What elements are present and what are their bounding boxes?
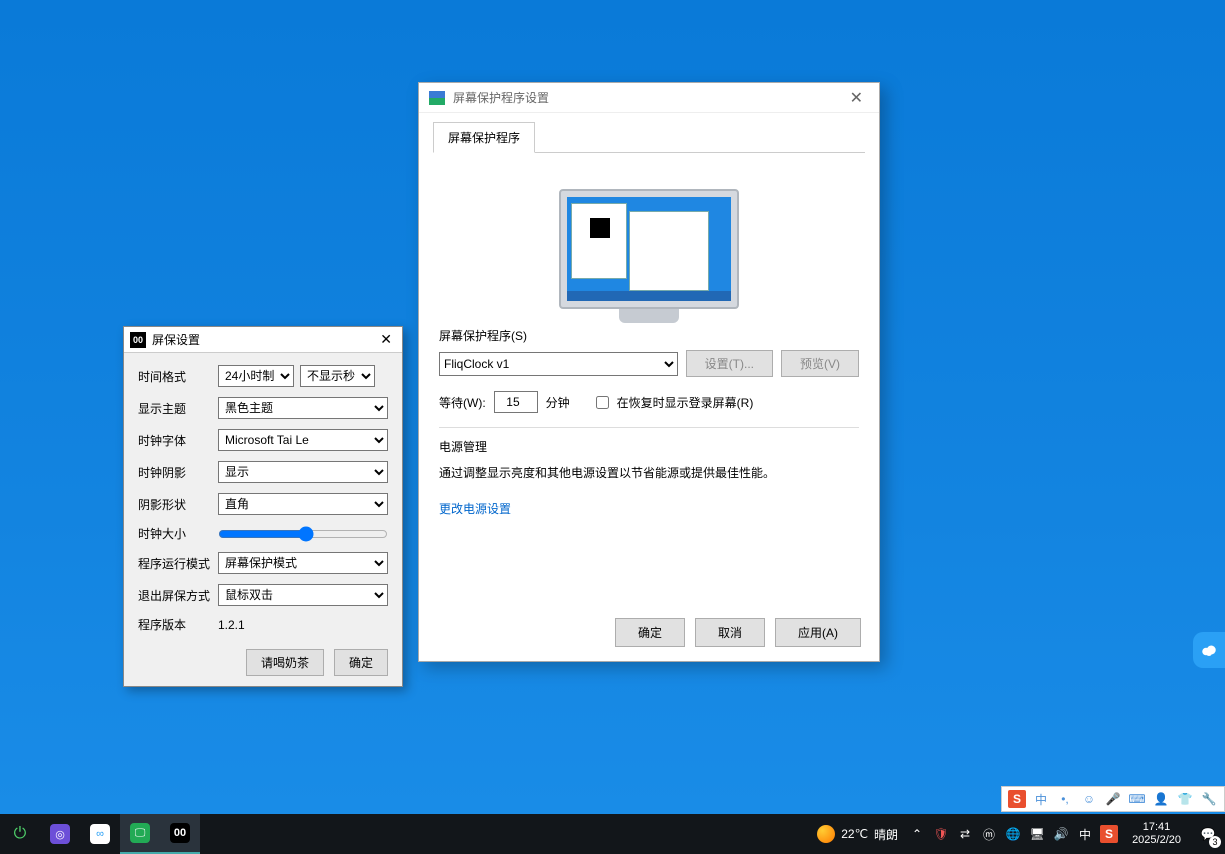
ime-skin-icon[interactable]: 👕 <box>1176 790 1194 808</box>
weather-cond: 晴朗 <box>874 826 898 843</box>
seconds-select[interactable]: 不显示秒 <box>300 365 375 387</box>
sogou-icon[interactable]: S <box>1008 790 1026 808</box>
titlebar[interactable]: 屏幕保护程序设置 ✕ <box>419 83 879 113</box>
saver-label: 屏幕保护程序(S) <box>439 327 859 344</box>
system-tray: ⌃ 🛡 ⇄ ⓜ 🌐 🖥 🔊 中 S <box>904 825 1122 843</box>
tray-ime-icon[interactable]: 中 <box>1076 825 1094 843</box>
clock-time: 17:41 <box>1132 821 1181 834</box>
power-icon: ⏻ <box>14 825 27 843</box>
window-title: 屏幕保护程序设置 <box>453 89 844 106</box>
ime-lang-button[interactable]: 中 <box>1032 790 1050 808</box>
ime-punct-icon[interactable]: •, <box>1056 790 1074 808</box>
taskbar-screensaver-settings[interactable]: 🖵 <box>120 814 160 854</box>
ime-keyboard-icon[interactable]: ⌨ <box>1128 790 1146 808</box>
run-mode-label: 程序运行模式 <box>138 555 218 572</box>
tray-net-icon[interactable]: 🌐 <box>1004 825 1022 843</box>
size-label: 时钟大小 <box>138 525 218 542</box>
theme-select[interactable]: 黑色主题 <box>218 397 388 419</box>
tray-volume-icon[interactable]: 🔊 <box>1052 825 1070 843</box>
window-icon <box>429 91 445 105</box>
exit-mode-label: 退出屏保方式 <box>138 587 218 604</box>
screensaver-custom-settings-dialog: 00 屏保设置 ✕ 时间格式 24小时制 不显示秒 显示主题 黑色主题 时钟字体… <box>123 326 403 687</box>
notification-badge: 3 <box>1209 836 1221 848</box>
ime-user-icon[interactable]: 👤 <box>1152 790 1170 808</box>
ime-mic-icon[interactable]: 🎤 <box>1104 790 1122 808</box>
notification-button[interactable]: 💬 3 <box>1191 814 1225 854</box>
tray-monitor-icon[interactable]: 🖥 <box>1028 825 1046 843</box>
time-format-select[interactable]: 24小时制 <box>218 365 294 387</box>
shadow-shape-select[interactable]: 直角 <box>218 493 388 515</box>
tray-chevron-icon[interactable]: ⌃ <box>908 825 926 843</box>
start-button[interactable]: ⏻ <box>0 814 40 854</box>
dialog-cancel-button[interactable]: 取消 <box>695 618 765 647</box>
taskbar-app-1[interactable]: ◎ <box>40 814 80 854</box>
windows-screensaver-dialog: 屏幕保护程序设置 ✕ 屏幕保护程序 屏幕保护程序(S) FliqClock v1… <box>418 82 880 662</box>
monitor-icon: 🖵 <box>130 823 150 843</box>
run-mode-select[interactable]: 屏幕保护模式 <box>218 552 388 574</box>
titlebar[interactable]: 00 屏保设置 ✕ <box>124 327 402 353</box>
wait-minutes-input[interactable] <box>494 391 538 413</box>
cloud-icon <box>1200 641 1218 659</box>
resume-login-label: 在恢复时显示登录屏幕(R) <box>617 394 754 411</box>
shadow-select[interactable]: 显示 <box>218 461 388 483</box>
tea-button[interactable]: 请喝奶茶 <box>246 649 324 676</box>
dialog-title: 屏保设置 <box>152 331 376 348</box>
tray-m-icon[interactable]: ⓜ <box>980 825 998 843</box>
sun-icon <box>817 825 835 843</box>
tray-sync-icon[interactable]: ⇄ <box>956 825 974 843</box>
taskbar-clock[interactable]: 17:41 2025/2/20 <box>1122 821 1191 847</box>
close-icon[interactable]: ✕ <box>844 88 869 108</box>
cloud-icon: ∞ <box>90 824 110 844</box>
preview-monitor <box>439 189 859 309</box>
resume-login-checkbox[interactable] <box>596 396 609 409</box>
time-format-label: 时间格式 <box>138 368 218 385</box>
ok-button[interactable]: 确定 <box>334 649 388 676</box>
tray-sogou-icon[interactable]: S <box>1100 825 1118 843</box>
power-title: 电源管理 <box>439 438 859 455</box>
clock-app-icon: 00 <box>170 823 190 843</box>
saver-preview-button[interactable]: 预览(V) <box>781 350 859 377</box>
shadow-label: 时钟阴影 <box>138 464 218 481</box>
wait-label: 等待(W): <box>439 394 486 411</box>
side-cloud-button[interactable] <box>1193 632 1225 668</box>
theme-label: 显示主题 <box>138 400 218 417</box>
close-icon[interactable]: ✕ <box>376 331 396 348</box>
clock-date: 2025/2/20 <box>1132 834 1181 847</box>
app-icon: 00 <box>130 332 146 348</box>
power-settings-link[interactable]: 更改电源设置 <box>439 500 859 517</box>
ime-face-icon[interactable]: ☺ <box>1080 790 1098 808</box>
app-icon: ◎ <box>50 824 70 844</box>
shadow-shape-label: 阴影形状 <box>138 496 218 513</box>
taskbar-fliqclock[interactable]: 00 <box>160 814 200 854</box>
weather-temp: 22℃ <box>841 827 868 841</box>
saver-select[interactable]: FliqClock v1 <box>439 352 678 376</box>
version-label: 程序版本 <box>138 616 218 633</box>
clock-size-slider[interactable] <box>218 526 388 542</box>
wait-unit: 分钟 <box>546 394 570 411</box>
tray-shield-icon[interactable]: 🛡 <box>932 825 950 843</box>
power-desc: 通过调整显示亮度和其他电源设置以节省能源或提供最佳性能。 <box>439 465 859 482</box>
ime-toolbar[interactable]: S 中 •, ☺ 🎤 ⌨ 👤 👕 🔧 <box>1001 786 1225 812</box>
dialog-apply-button[interactable]: 应用(A) <box>775 618 861 647</box>
weather-widget[interactable]: 22℃ 晴朗 <box>817 825 898 843</box>
saver-settings-button[interactable]: 设置(T)... <box>686 350 773 377</box>
tab-screensaver[interactable]: 屏幕保护程序 <box>433 122 535 153</box>
dialog-ok-button[interactable]: 确定 <box>615 618 685 647</box>
taskbar-app-2[interactable]: ∞ <box>80 814 120 854</box>
exit-mode-select[interactable]: 鼠标双击 <box>218 584 388 606</box>
ime-tool-icon[interactable]: 🔧 <box>1200 790 1218 808</box>
taskbar: ⏻ ◎ ∞ 🖵 00 22℃ 晴朗 ⌃ 🛡 ⇄ ⓜ 🌐 🖥 🔊 中 S 17:4… <box>0 814 1225 854</box>
font-select[interactable]: Microsoft Tai Le <box>218 429 388 451</box>
font-label: 时钟字体 <box>138 432 218 449</box>
version-value: 1.2.1 <box>218 618 245 632</box>
